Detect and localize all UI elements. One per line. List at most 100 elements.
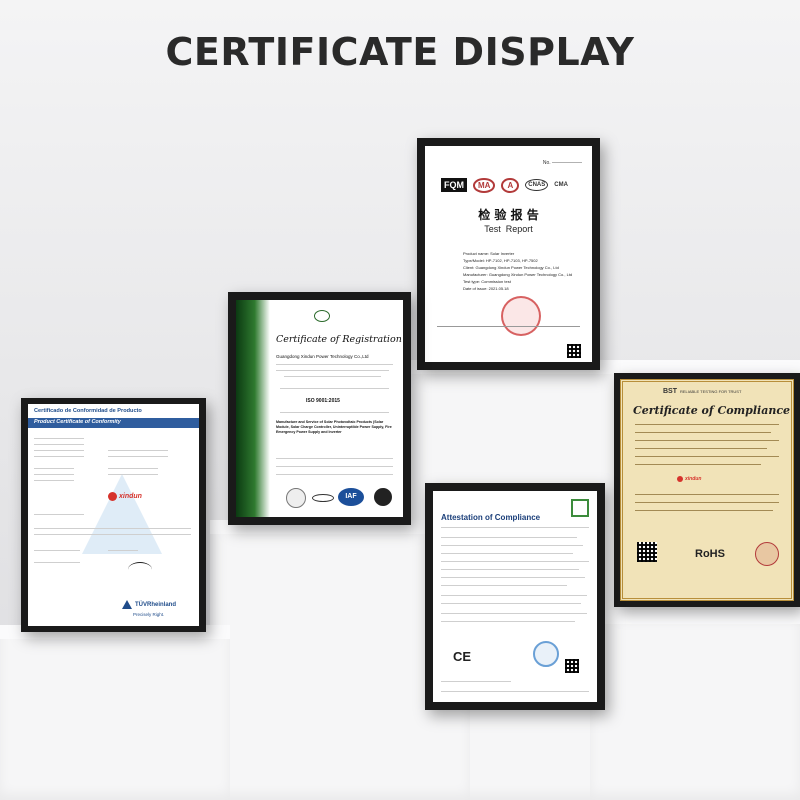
- detail-line: [34, 468, 74, 469]
- certificate-frame-product-conformity: Certificado de Conformidad de Producto P…: [21, 398, 206, 632]
- registration-title: Certificate of Registration: [276, 334, 402, 345]
- ma-logo: MA: [473, 177, 496, 193]
- table-line: [276, 466, 393, 467]
- xindun-icon: [677, 476, 683, 482]
- certificate-product-conformity: Certificado de Conformidad de Producto P…: [28, 404, 199, 626]
- accreditation-logo-1: [286, 488, 306, 508]
- report-title-en: Test Report: [484, 224, 533, 234]
- tuv-triangle-icon: [122, 600, 132, 609]
- qr-code: [567, 344, 581, 358]
- report-title-cn: 检 验 报 告: [478, 208, 539, 222]
- detail-line: [34, 450, 84, 451]
- tuv-brand: TÜVRheinland: [135, 601, 177, 608]
- a-logo: A: [501, 177, 520, 193]
- tuv-tagline: Precisely Right.: [133, 612, 165, 617]
- detail-line: [34, 474, 74, 475]
- detail-line: [635, 424, 779, 425]
- detail-line: [441, 681, 511, 682]
- cma-logo: CMA: [554, 182, 568, 188]
- detail-line: [441, 545, 583, 546]
- certificate-attestation: Attestation of Compliance CE: [433, 491, 597, 702]
- field-row: Test type: Commission test: [463, 279, 511, 284]
- rohs-mark: RoHS: [695, 548, 725, 560]
- xindun-icon: [108, 492, 117, 501]
- accreditation-logo-2: [374, 488, 392, 506]
- footer-line: [437, 326, 580, 327]
- xindun-mark-text: xindun: [685, 476, 702, 482]
- detail-line: [34, 456, 84, 457]
- certificate-registration: Certificate of Registration Guangdong Xi…: [236, 300, 403, 517]
- detail-line: [635, 494, 779, 495]
- detail-line: [441, 613, 587, 614]
- fqm-logo: FQM: [441, 178, 467, 192]
- detail-line: [34, 444, 84, 445]
- registration-scope: Manufacture and Service of Solar Photovo…: [276, 420, 392, 434]
- table-line: [276, 458, 393, 459]
- bst-brand: BST: [663, 388, 677, 395]
- certificate-compliance-gold: BST RELIABLE TESTING FOR TRUST Certifica…: [620, 379, 794, 601]
- detail-line: [441, 595, 587, 596]
- tuv-logo: TÜVRheinland: [122, 600, 176, 609]
- product-title-bar: Product Certificate of Conformity: [28, 418, 199, 428]
- field-row: Product name: Solar Inverter: [463, 251, 515, 256]
- xindun-mark: xindun: [677, 476, 701, 482]
- certificate-frame-test-report: No. —————— FQM MA A CNAS CMA 检 验 报 告 Tes…: [417, 138, 600, 370]
- detail-line: [441, 527, 589, 528]
- xindun-logo-text: xindun: [119, 493, 142, 500]
- detail-line: [635, 502, 779, 503]
- detail-line: [441, 537, 577, 538]
- green-side-band: [236, 300, 270, 517]
- watermark-triangle: [82, 474, 162, 554]
- detail-line: [441, 569, 579, 570]
- statement-line: [280, 388, 389, 389]
- certificate-frame-attestation: Attestation of Compliance CE: [425, 483, 605, 710]
- detail-line: [34, 480, 74, 481]
- detail-line: [441, 621, 575, 622]
- display-plinth-left: [0, 625, 230, 800]
- product-title-es: Certificado de Conformidad de Producto: [34, 408, 142, 414]
- product-title-en: Product Certificate of Conformity: [34, 419, 121, 425]
- detail-line: [108, 456, 168, 457]
- detail-line: [34, 562, 80, 563]
- ce-mark: CE: [453, 649, 472, 664]
- display-plinth-right: [590, 610, 800, 800]
- detail-line: [34, 534, 191, 535]
- registration-standard: ISO 9001:2015: [306, 398, 340, 404]
- bst-tagline: RELIABLE TESTING FOR TRUST: [680, 389, 742, 394]
- detail-line: [108, 474, 158, 475]
- issuer-seal: [533, 641, 559, 667]
- qr-code: [565, 659, 579, 673]
- detail-line: [635, 440, 779, 441]
- report-fields: Product name: Solar Inverter Type/Model:…: [463, 250, 583, 292]
- certificate-test-report: No. —————— FQM MA A CNAS CMA 检 验 报 告 Tes…: [425, 146, 592, 362]
- detail-line: [635, 456, 779, 457]
- attestation-title: Attestation of Compliance: [441, 513, 541, 522]
- signature-mark: [312, 494, 334, 502]
- field-row: Manufacturer: Guangdong Xindun Power Tec…: [463, 272, 573, 277]
- certificate-frame-compliance-gold: BST RELIABLE TESTING FOR TRUST Certifica…: [614, 373, 800, 607]
- detail-line: [635, 448, 767, 449]
- bst-logo: BST RELIABLE TESTING FOR TRUST: [663, 388, 741, 395]
- detail-line: [441, 691, 589, 692]
- iaf-logo: IAF: [338, 488, 364, 506]
- registration-company: Guangdong Xindun Power Technology Co.,Lt…: [276, 354, 369, 359]
- detail-line: [441, 553, 573, 554]
- accreditation-logos: FQM MA A CNAS CMA: [441, 176, 581, 194]
- detail-line: [441, 585, 567, 586]
- detail-line: [34, 514, 84, 515]
- table-line: [276, 474, 393, 475]
- gold-seal: [755, 542, 779, 566]
- detail-line: [34, 528, 191, 529]
- page-title: CERTIFICATE DISPLAY: [165, 30, 635, 74]
- signature-mark: [128, 562, 152, 577]
- certificate-frame-registration: Certificate of Registration Guangdong Xi…: [228, 292, 411, 525]
- detail-line: [635, 432, 771, 433]
- registrar-logo: [314, 310, 330, 322]
- detail-line: [108, 450, 168, 451]
- detail-line: [441, 561, 589, 562]
- detail-line: [635, 510, 773, 511]
- red-seal: [501, 296, 541, 336]
- issuer-logo: [571, 499, 589, 517]
- detail-line: [34, 550, 80, 551]
- report-number: No. ——————: [542, 160, 582, 166]
